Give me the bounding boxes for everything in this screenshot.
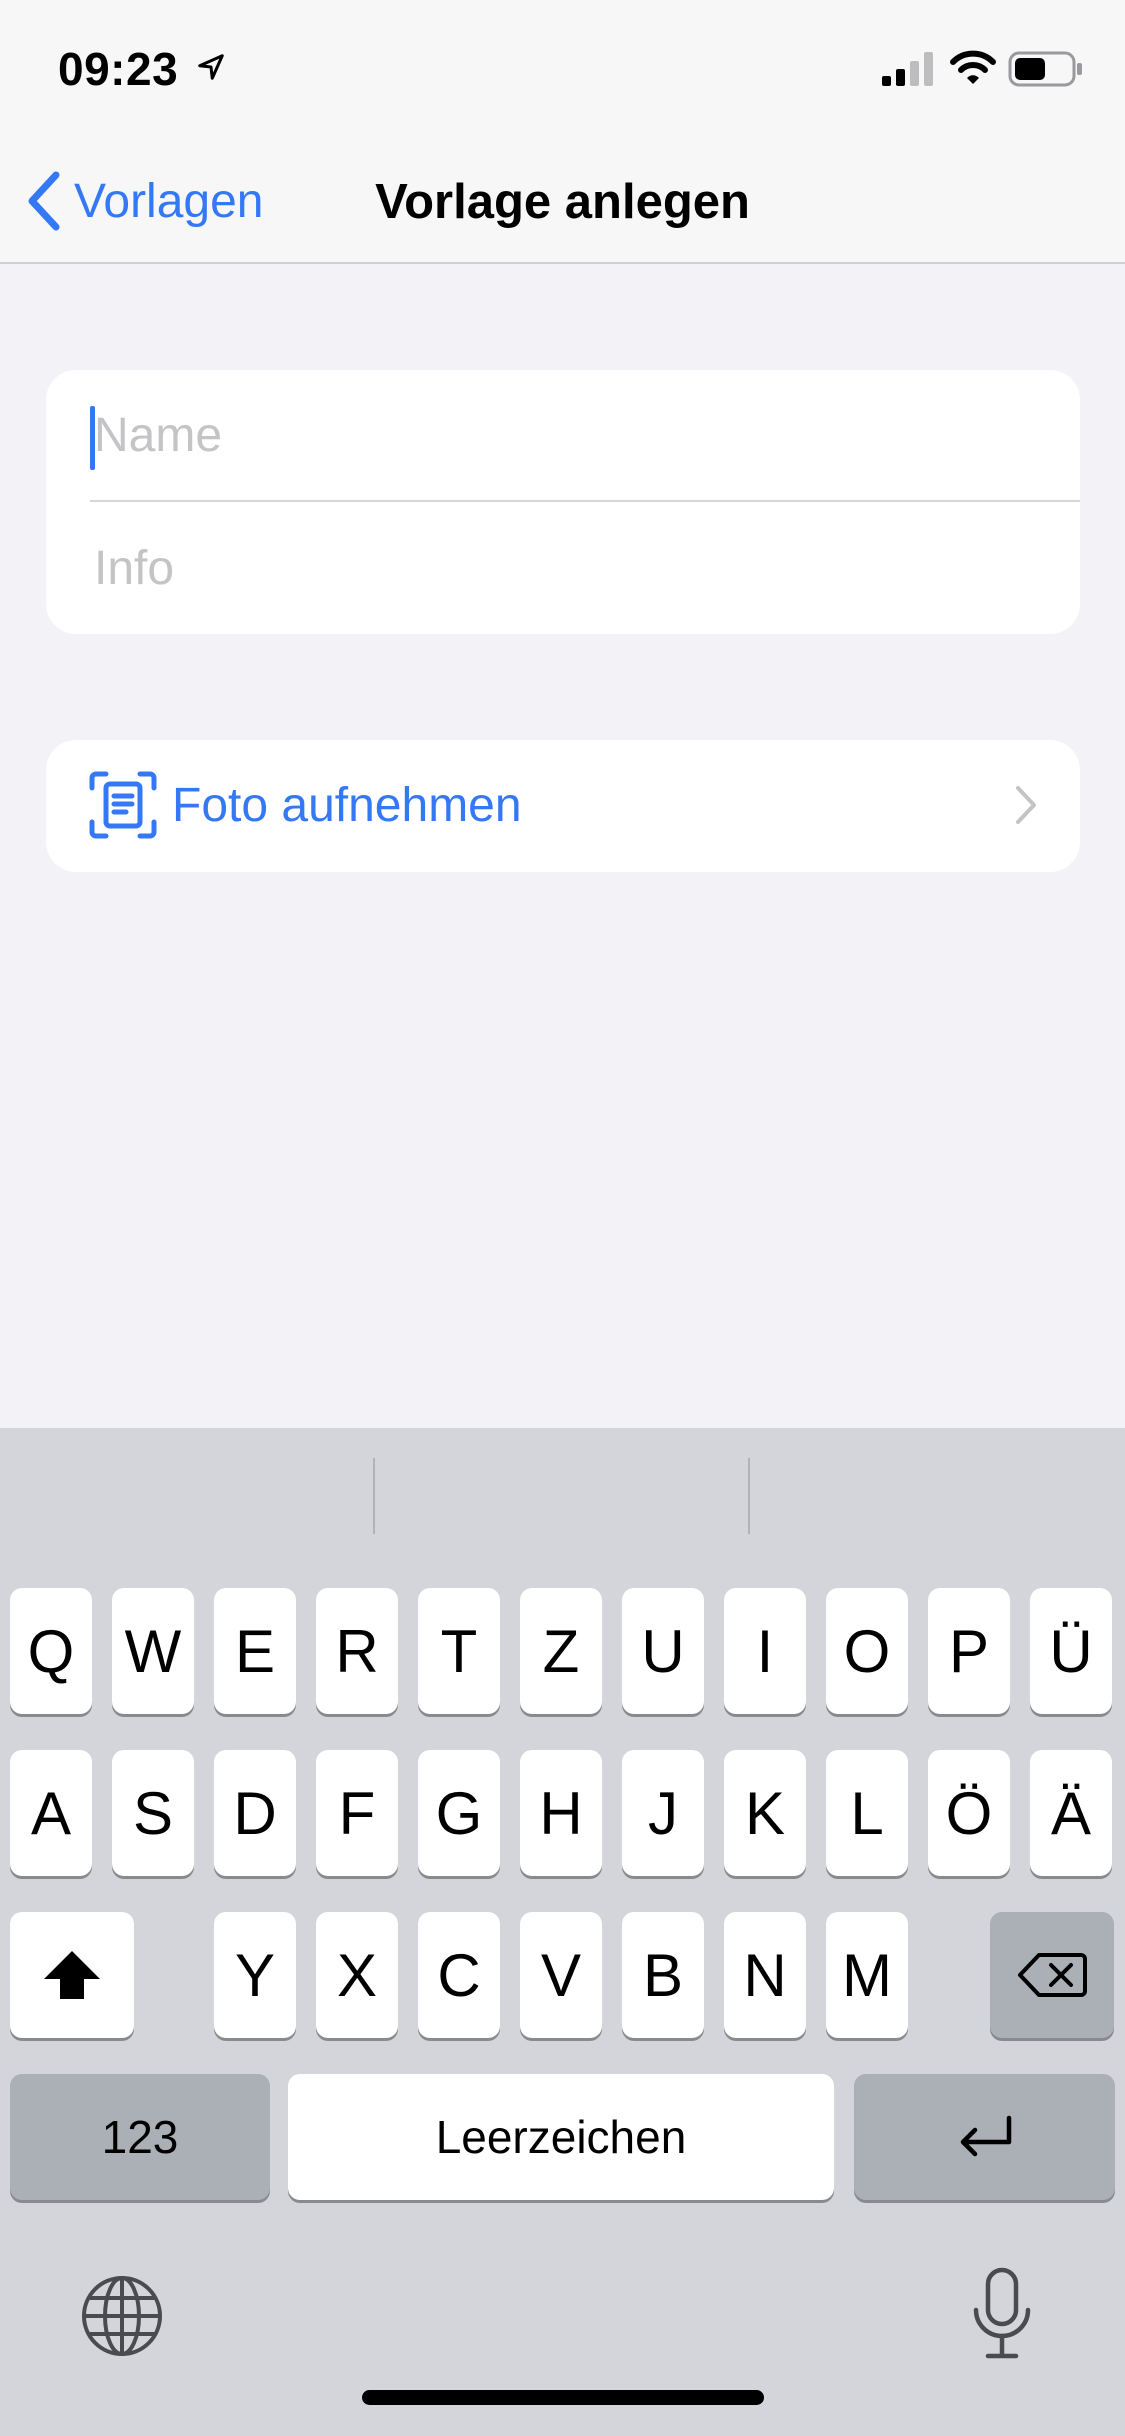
key-z[interactable]: Z: [520, 1588, 602, 1714]
key-q[interactable]: Q: [10, 1588, 92, 1714]
page-title: Vorlage anlegen: [375, 175, 750, 229]
cellular-signal-icon: [882, 52, 933, 86]
key-f[interactable]: F: [316, 1750, 398, 1876]
keyboard: QWERTZUIOPÜ ASDFGHJKLÖÄ YXCVBNM 123 Leer…: [0, 1428, 1125, 2436]
key-y[interactable]: Y: [214, 1912, 296, 2038]
key-k[interactable]: K: [724, 1750, 806, 1876]
key-i[interactable]: I: [724, 1588, 806, 1714]
key-l[interactable]: L: [826, 1750, 908, 1876]
numbers-key[interactable]: 123: [10, 2074, 270, 2200]
key-o[interactable]: O: [826, 1588, 908, 1714]
shift-arrow-icon: [44, 1951, 100, 1999]
key-t[interactable]: T: [418, 1588, 500, 1714]
key-ä[interactable]: Ä: [1030, 1750, 1112, 1876]
return-key[interactable]: [854, 2074, 1115, 2200]
status-time: 09:23: [58, 43, 179, 95]
battery-icon: [1008, 51, 1082, 87]
key-e[interactable]: E: [214, 1588, 296, 1714]
key-p[interactable]: P: [928, 1588, 1010, 1714]
key-j[interactable]: J: [622, 1750, 704, 1876]
key-d[interactable]: D: [214, 1750, 296, 1876]
navigation-bar: Vorlagen Vorlage anlegen: [0, 140, 1125, 264]
space-key[interactable]: Leerzeichen: [288, 2074, 834, 2200]
key-n[interactable]: N: [724, 1912, 806, 2038]
document-scan-icon: [89, 771, 157, 839]
key-a[interactable]: A: [10, 1750, 92, 1876]
key-b[interactable]: B: [622, 1912, 704, 2038]
form-card: [46, 370, 1080, 634]
text-cursor: [90, 406, 95, 470]
location-arrow-icon: [198, 54, 224, 80]
key-r[interactable]: R: [316, 1588, 398, 1714]
info-input[interactable]: [90, 502, 1080, 634]
key-g[interactable]: G: [418, 1750, 500, 1876]
info-field-row: [90, 502, 1080, 634]
take-photo-label: Foto aufnehmen: [172, 779, 522, 832]
microphone-icon[interactable]: [970, 2266, 1034, 2362]
return-arrow-icon: [960, 2115, 1011, 2157]
key-ö[interactable]: Ö: [928, 1750, 1010, 1876]
globe-icon[interactable]: [80, 2274, 164, 2358]
key-ü[interactable]: Ü: [1030, 1588, 1112, 1714]
key-h[interactable]: H: [520, 1750, 602, 1876]
take-photo-row[interactable]: Foto aufnehmen: [46, 740, 1080, 872]
key-u[interactable]: U: [622, 1588, 704, 1714]
key-s[interactable]: S: [112, 1750, 194, 1876]
status-bar: 09:23: [0, 0, 1125, 140]
name-field-row: [90, 370, 1080, 502]
suggestion-divider: [748, 1458, 750, 1534]
suggestion-divider: [373, 1458, 375, 1534]
key-m[interactable]: M: [826, 1912, 908, 2038]
backspace-icon: [1018, 1953, 1087, 1997]
chevron-right-icon: [1016, 786, 1036, 824]
shift-key[interactable]: [10, 1912, 134, 2038]
key-v[interactable]: V: [520, 1912, 602, 2038]
wifi-icon: [950, 50, 996, 84]
key-x[interactable]: X: [316, 1912, 398, 2038]
key-w[interactable]: W: [112, 1588, 194, 1714]
home-indicator: [362, 2390, 764, 2405]
key-c[interactable]: C: [418, 1912, 500, 2038]
delete-key[interactable]: [990, 1912, 1114, 2038]
name-input[interactable]: [90, 370, 1080, 500]
